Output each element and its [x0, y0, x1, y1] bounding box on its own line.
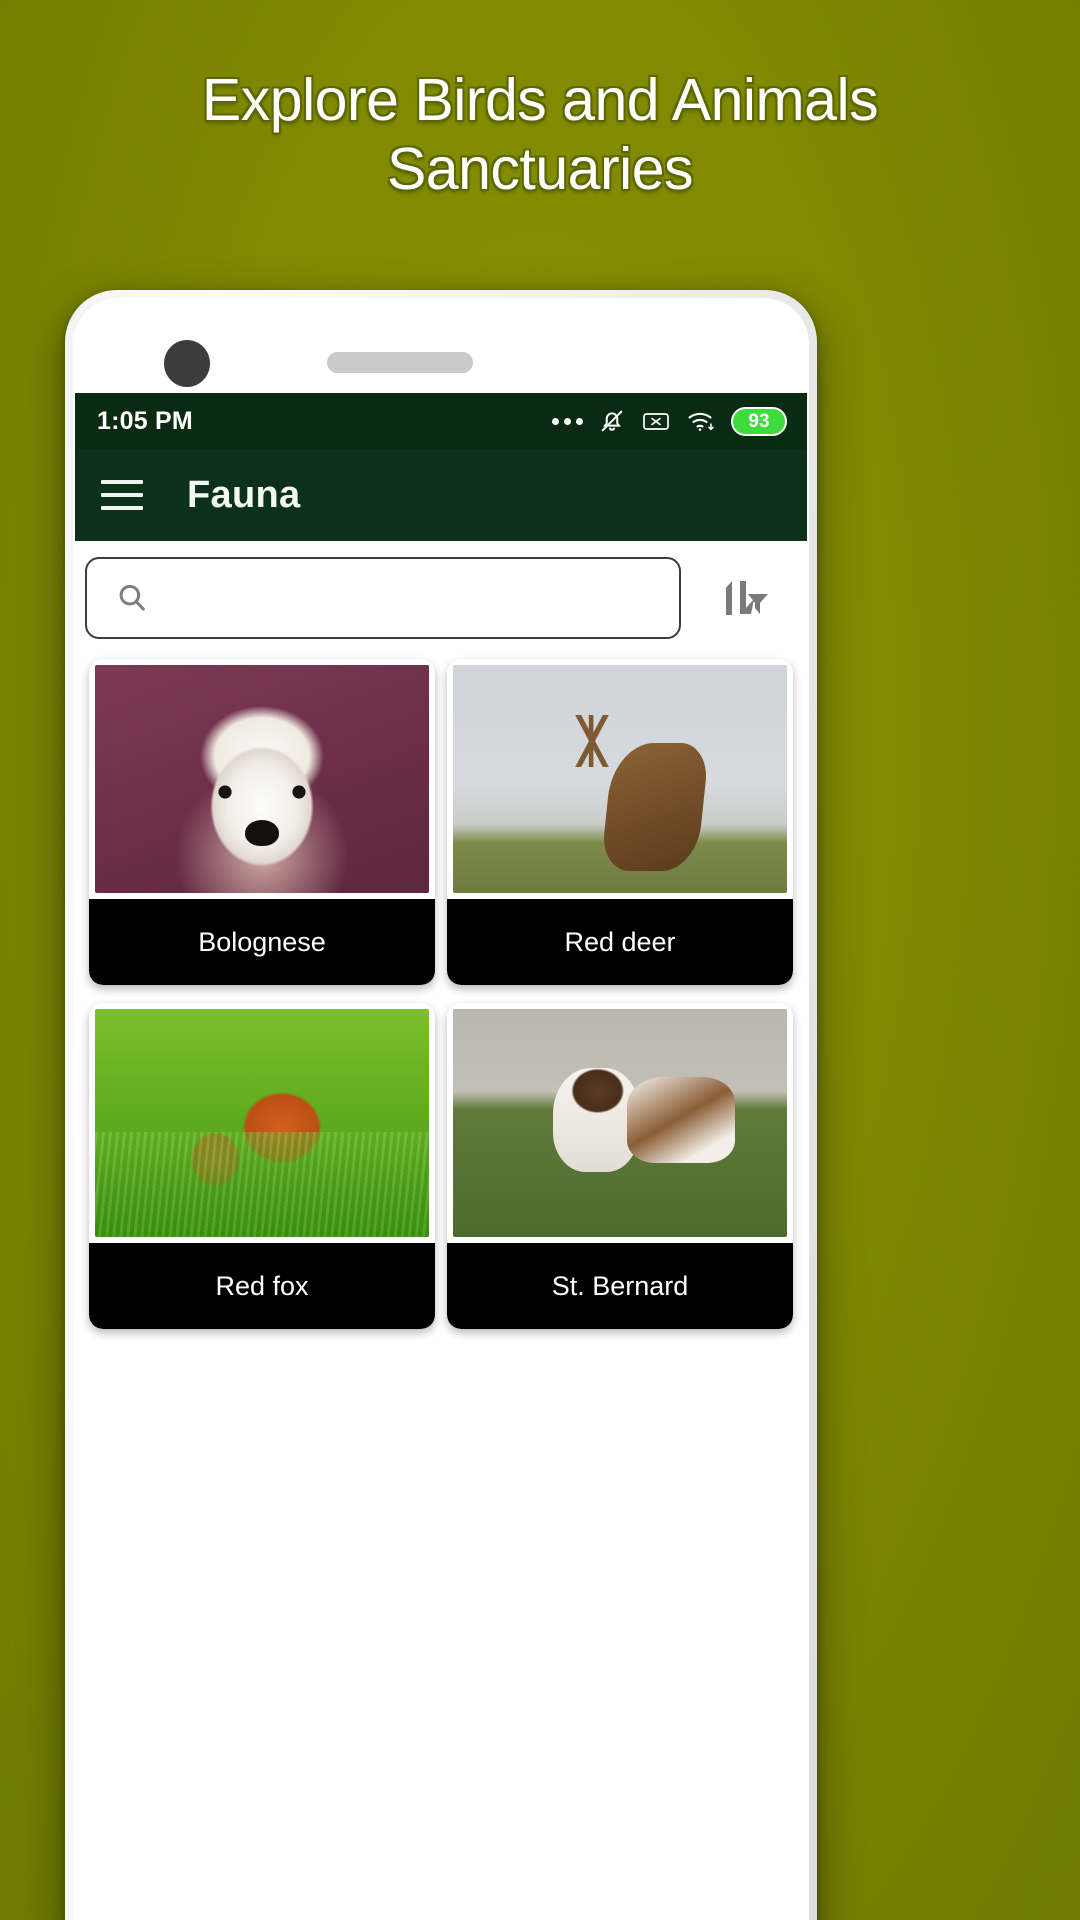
fauna-card[interactable]: Red fox [89, 1003, 435, 1329]
bolognese-dog-photo [95, 665, 429, 893]
no-sim-icon [643, 413, 669, 430]
phone-body: 1:05 PM 93 Fauna Bolognese Red deer Red … [73, 298, 809, 1920]
status-clock: 1:05 PM [97, 406, 193, 435]
phone-mockup: 1:05 PM 93 Fauna Bolognese Red deer Red … [65, 290, 817, 1920]
search-box[interactable] [85, 557, 681, 639]
promo-line-2: Sanctuaries [386, 136, 694, 203]
phone-top-bezel [73, 298, 809, 393]
card-label: Red deer [447, 899, 793, 985]
fauna-card[interactable]: Red deer [447, 659, 793, 985]
card-label: Bolognese [89, 899, 435, 985]
st-bernard-dog-photo [453, 1009, 787, 1237]
search-icon [119, 584, 145, 611]
more-dots-icon [552, 417, 583, 425]
battery-icon: 93 [731, 406, 787, 436]
promo-line-1: Explore Birds and Animals [201, 67, 879, 133]
wifi-icon [688, 412, 714, 431]
battery-level-label: 93 [748, 410, 770, 432]
page-title: Fauna [187, 473, 301, 516]
phone-screen: 1:05 PM 93 Fauna Bolognese Red deer Red … [75, 393, 807, 1920]
status-bar: 1:05 PM 93 [75, 393, 807, 449]
app-bar: Fauna [75, 449, 807, 541]
bell-muted-icon [601, 410, 623, 432]
sort-filter-icon[interactable] [689, 557, 793, 639]
red-deer-photo [453, 665, 787, 893]
promo-headline: Explore Birds and Animals Sanctuaries [0, 66, 1080, 204]
card-label: St. Bernard [447, 1243, 793, 1329]
hamburger-menu-icon[interactable] [101, 480, 143, 510]
earpiece-speaker [327, 352, 473, 373]
fauna-card[interactable]: Bolognese [89, 659, 435, 985]
red-fox-photo [95, 1009, 429, 1237]
search-row [75, 541, 807, 653]
fauna-card[interactable]: St. Bernard [447, 1003, 793, 1329]
fauna-card-grid: Bolognese Red deer Red fox St. Bernard [75, 653, 807, 1343]
card-label: Red fox [89, 1243, 435, 1329]
search-input[interactable] [163, 582, 679, 614]
front-camera-icon [164, 340, 210, 387]
status-icon-group: 93 [552, 406, 787, 436]
